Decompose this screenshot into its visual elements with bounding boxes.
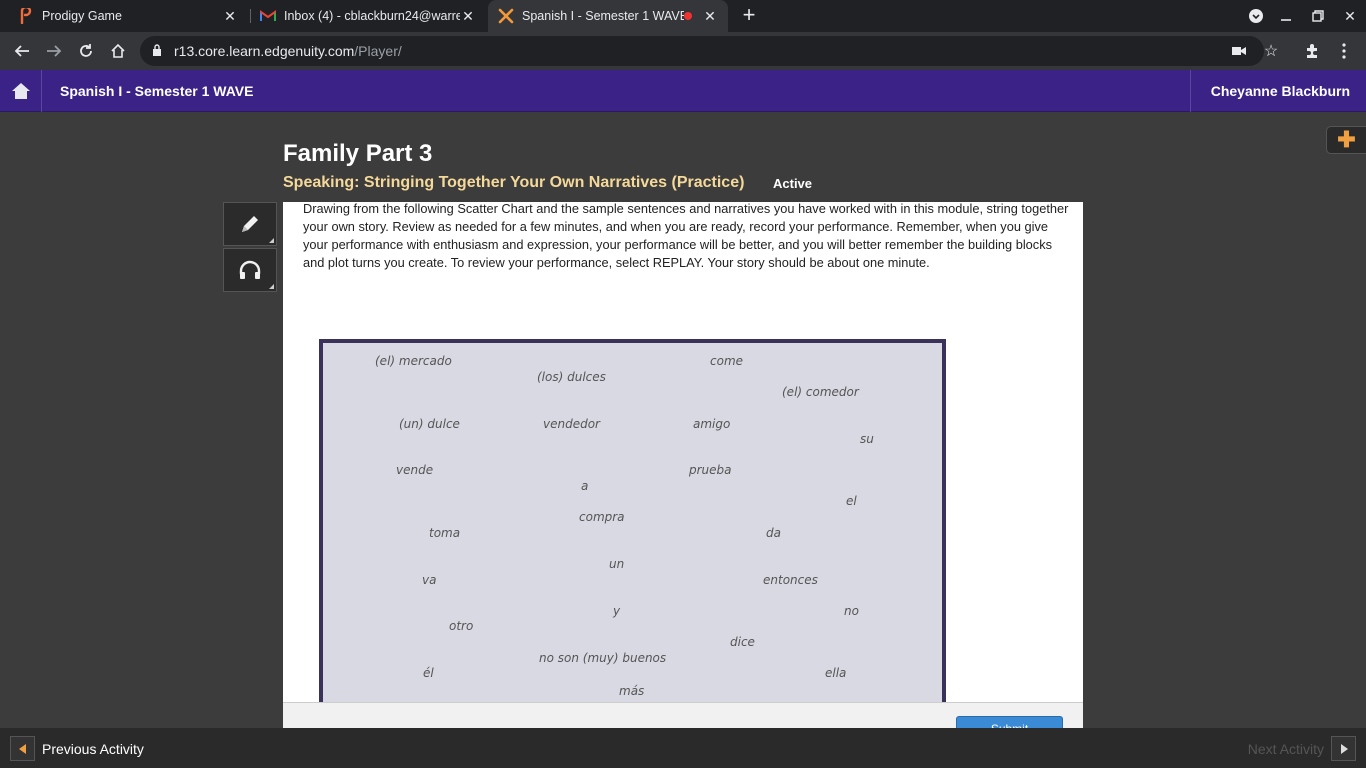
browser-tab-strip: Prodigy Game ✕ Inbox (4) - cblackburn24@… — [0, 0, 1366, 32]
scatter-word: come — [710, 354, 744, 368]
url-host: r13.core.learn.edgenuity.com — [174, 43, 355, 59]
next-activity-button[interactable]: Next Activity — [1248, 736, 1356, 761]
tab-edgenuity[interactable]: Spanish I - Semester 1 WAVE ✕ — [488, 0, 728, 32]
menu-kebab-icon[interactable] — [1330, 37, 1358, 65]
scatter-word: un — [609, 557, 625, 571]
scatter-word: da — [766, 526, 781, 540]
close-window-icon[interactable]: ✕ — [1334, 0, 1366, 32]
user-name[interactable]: Cheyanne Blackburn — [1189, 70, 1366, 112]
left-arrow-icon — [10, 736, 35, 761]
scatter-word: otro — [449, 619, 474, 633]
next-activity-label: Next Activity — [1247, 740, 1324, 757]
house-icon — [11, 83, 30, 99]
lock-icon — [152, 44, 162, 62]
scatter-word: va — [422, 573, 437, 587]
edgenuity-icon — [498, 8, 514, 24]
course-title: Spanish I - Semester 1 WAVE — [60, 83, 254, 99]
url-path: /Player/ — [354, 43, 402, 59]
right-arrow-icon — [1331, 736, 1356, 761]
gmail-icon — [260, 8, 276, 24]
address-bar[interactable]: r13.core.learn.edgenuity.com/Player/ ☆ — [140, 36, 1278, 66]
recording-indicator-icon — [684, 12, 692, 20]
scatter-word: entonces — [763, 573, 818, 587]
app-header: Spanish I - Semester 1 WAVE Cheyanne Bla… — [0, 70, 1366, 112]
scatter-word: el — [846, 494, 857, 508]
home-icon[interactable] — [104, 37, 132, 65]
scatter-word: prueba — [689, 463, 732, 477]
submit-button[interactable]: Submit — [956, 716, 1063, 728]
url-text: r13.core.learn.edgenuity.com/Player/ — [174, 43, 402, 59]
scatter-word: no son (muy) buenos — [539, 651, 667, 665]
camera-icon[interactable] — [1230, 42, 1248, 60]
side-tools — [223, 202, 277, 292]
tab-title: Spanish I - Semester 1 WAVE — [522, 9, 684, 23]
tab-title: Inbox (4) - cblackburn24@warren — [284, 9, 460, 23]
close-tab-icon[interactable]: ✕ — [702, 8, 718, 24]
scatter-word: (los) dulces — [537, 370, 606, 384]
activity-nav-bar: Previous Activity Next Activity — [0, 728, 1366, 768]
reload-icon[interactable] — [72, 37, 100, 65]
instructions-text: Drawing from the following Scatter Chart… — [303, 202, 1069, 270]
tab-gmail[interactable]: Inbox (4) - cblackburn24@warren ✕ — [250, 0, 486, 32]
home-button[interactable] — [0, 70, 42, 112]
previous-activity-button[interactable]: Previous Activity — [10, 736, 144, 761]
tab-search-icon[interactable] — [1240, 0, 1272, 32]
scatter-word: más — [619, 684, 645, 698]
tab-prodigy[interactable]: Prodigy Game ✕ — [8, 0, 248, 32]
scatter-word: toma — [429, 526, 461, 540]
new-tab-button[interactable]: + — [738, 4, 760, 28]
scatter-word: su — [860, 432, 874, 446]
scatter-word: dice — [730, 635, 755, 649]
scatter-word: vendedor — [543, 417, 600, 431]
bookmark-star-icon[interactable]: ☆ — [1262, 42, 1280, 60]
tab-title: Prodigy Game — [42, 9, 122, 23]
scatter-word: vende — [396, 463, 434, 477]
scatter-chart: (el) mercado (los) dulces come (el) come… — [319, 339, 946, 702]
prodigy-icon — [18, 8, 34, 24]
extensions-icon[interactable] — [1298, 37, 1326, 65]
lesson-title: Family Part 3 — [283, 140, 433, 167]
pencil-tool-button[interactable] — [223, 202, 277, 246]
scatter-word: él — [423, 666, 434, 680]
close-tab-icon[interactable]: ✕ — [222, 8, 238, 24]
scatter-word: a — [581, 479, 589, 493]
scatter-word: compra — [579, 510, 625, 524]
pencil-icon — [242, 216, 258, 232]
activity-content: Drawing from the following Scatter Chart… — [283, 202, 1083, 702]
audio-tool-button[interactable] — [223, 248, 277, 292]
close-tab-icon[interactable]: ✕ — [460, 8, 476, 24]
scatter-word: (el) comedor — [782, 385, 859, 399]
activity-title: Speaking: Stringing Together Your Own Na… — [283, 174, 745, 191]
minimize-icon[interactable] — [1270, 0, 1302, 32]
back-arrow-icon[interactable] — [8, 37, 36, 65]
forward-arrow-icon[interactable] — [40, 37, 68, 65]
scatter-word: amigo — [693, 417, 731, 431]
browser-toolbar: r13.core.learn.edgenuity.com/Player/ ☆ — [0, 32, 1366, 70]
plus-tools-button[interactable]: ✚ — [1326, 126, 1366, 154]
scatter-word: no — [844, 604, 859, 618]
scatter-word: y — [613, 604, 621, 618]
restore-icon[interactable] — [1302, 0, 1334, 32]
scatter-word: (un) dulce — [399, 417, 460, 431]
headphones-icon — [239, 260, 261, 279]
scatter-word: ella — [825, 666, 847, 680]
previous-activity-label: Previous Activity — [42, 740, 144, 757]
scatter-word: (el) mercado — [375, 354, 452, 368]
status-badge: Active — [773, 176, 813, 191]
